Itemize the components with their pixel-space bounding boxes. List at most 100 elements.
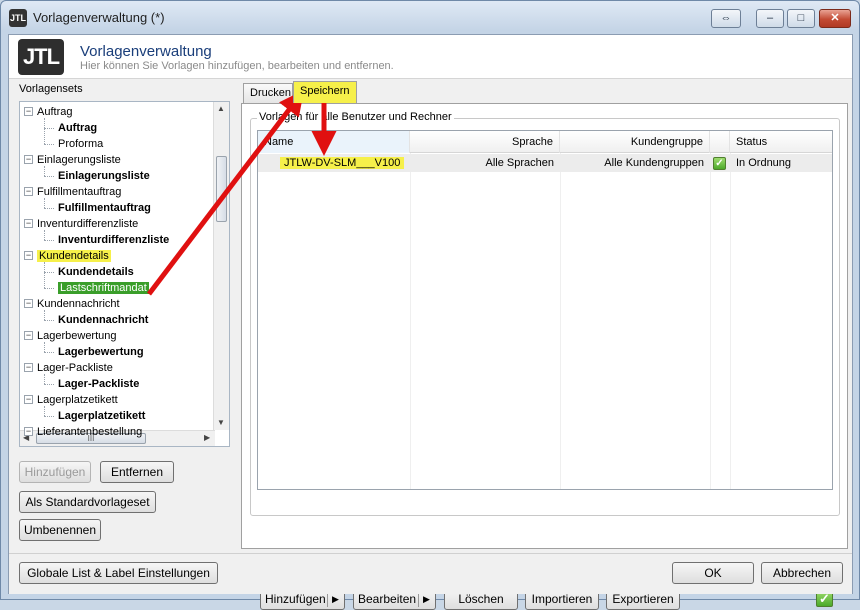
tree-node-template[interactable]: Proforma — [58, 136, 103, 152]
column-header-name[interactable]: Name — [258, 131, 410, 153]
tree-connector — [44, 144, 54, 145]
tree-node-label: Lagerbewertung — [58, 346, 144, 358]
minus-box-icon[interactable]: − — [24, 251, 33, 260]
tree-node-label: Lager-Packliste — [58, 378, 140, 390]
minus-box-icon[interactable]: − — [24, 219, 33, 228]
tree-node-set[interactable]: Lagerplatzetikett — [37, 392, 118, 408]
minus-box-icon[interactable]: − — [24, 187, 33, 196]
page-title: Vorlagenverwaltung — [80, 43, 212, 60]
page-subtitle: Hier können Sie Vorlagen hinzufügen, bea… — [80, 60, 394, 72]
tree-node-label: Kundennachricht — [58, 314, 149, 326]
global-settings-button[interactable]: Globale List & Label Einstellungen — [19, 562, 218, 584]
tree-connector — [44, 416, 54, 417]
tree-connector — [44, 176, 54, 177]
dialog-footer: Globale List & Label Einstellungen OK Ab… — [9, 553, 852, 594]
tree-node-set[interactable]: Inventurdifferenzliste — [37, 216, 138, 232]
green-check-icon: ✓ — [713, 157, 726, 170]
ok-button[interactable]: OK — [672, 562, 754, 584]
tree-node-label: Lagerbewertung — [37, 330, 117, 342]
column-divider — [410, 153, 411, 489]
tree-node-label: Lastschriftmandat — [57, 281, 150, 295]
tree-node-label: Fulfillmentauftrag — [58, 202, 151, 214]
tree-node-label: Fulfillmentauftrag — [37, 186, 122, 198]
set-default-button[interactable]: Als Standardvorlageset — [19, 491, 156, 513]
window-title: Vorlagenverwaltung (*) — [33, 10, 165, 25]
tree-node-set[interactable]: Auftrag — [37, 104, 72, 120]
tree-node-template[interactable]: Einlagerungsliste — [58, 168, 150, 184]
tree-node-template[interactable]: Inventurdifferenzliste — [58, 232, 169, 248]
tree-connector — [44, 128, 54, 129]
close-button[interactable]: ✕ — [819, 9, 851, 28]
jtl-logo: JTL — [18, 39, 64, 75]
tree-connector — [44, 406, 45, 416]
tree-node-template[interactable]: Lastschriftmandat — [57, 280, 150, 296]
tree-node-template[interactable]: Lager-Packliste — [58, 376, 139, 392]
minus-box-icon[interactable]: − — [24, 363, 33, 372]
column-header-status[interactable]: Status — [730, 131, 832, 153]
tree-node-label: Kundendetails — [58, 266, 134, 278]
grid-header: Name Sprache Kundengruppe Status — [258, 131, 832, 153]
tab-drucken[interactable]: Drucken — [243, 83, 293, 103]
tab-panel-speichern: Vorlagen für alle Benutzer und Rechner N… — [241, 103, 848, 610]
add-template-label: Hinzufügen — [265, 592, 326, 606]
column-header-customer-group[interactable]: Kundengruppe — [560, 131, 710, 153]
tree-connector — [44, 240, 54, 241]
minus-box-icon[interactable]: − — [24, 395, 33, 404]
minus-box-icon[interactable]: − — [24, 331, 33, 340]
restore-icon[interactable]: ⇔ — [711, 9, 741, 28]
jtl-app-icon: JTL — [9, 9, 27, 27]
templates-grid[interactable]: Name Sprache Kundengruppe Status JTLW-DV… — [257, 130, 833, 490]
scroll-right-icon[interactable]: ▶ — [204, 433, 210, 442]
minus-box-icon[interactable]: − — [24, 107, 33, 116]
tree-node-template[interactable]: Fulfillmentauftrag — [58, 200, 151, 216]
tree-node-set[interactable]: Lager-Packliste — [37, 360, 113, 376]
edit-template-label: Bearbeiten — [358, 592, 417, 606]
tree-node-label: Auftrag — [58, 122, 98, 134]
tree-node-template[interactable]: Lagerbewertung — [58, 344, 144, 360]
add-set-button[interactable]: Hinzufügen — [19, 461, 91, 483]
templates-pane: Drucken Speichern Vorlagen für alle Benu… — [241, 79, 852, 610]
cell-customer-group: Alle Kundengruppen — [604, 157, 704, 169]
template-name: JTLW-DV-SLM___V100 — [280, 157, 405, 169]
tree-node-template[interactable]: Kundendetails — [58, 264, 134, 280]
tree-node-set[interactable]: Lagerbewertung — [37, 328, 117, 344]
minus-box-icon[interactable]: − — [24, 299, 33, 308]
rename-button[interactable]: Umbenennen — [19, 519, 101, 541]
scroll-down-icon[interactable]: ▼ — [217, 418, 225, 427]
tree-node-set[interactable]: Einlagerungsliste — [37, 152, 121, 168]
column-header-language[interactable]: Sprache — [410, 131, 560, 153]
tree-node-template[interactable]: Kundennachricht — [58, 312, 148, 328]
tree-node-label: Kundennachricht — [37, 298, 120, 310]
scroll-thumb[interactable] — [216, 156, 227, 222]
column-header-status-icon[interactable] — [710, 131, 730, 153]
tree-connector — [44, 310, 45, 320]
tree-node-label: Einlagerungsliste — [37, 154, 121, 166]
template-sets-label: Vorlagensets — [19, 83, 83, 95]
tree-connector — [44, 262, 45, 288]
tree-node-set[interactable]: Kundendetails — [37, 248, 111, 264]
tree-node-template[interactable]: Auftrag — [58, 120, 97, 136]
tree-connector — [44, 118, 45, 144]
tree-node-label: Inventurdifferenzliste — [58, 234, 170, 246]
tree-vertical-scrollbar[interactable]: ▲ ▼ — [213, 102, 229, 430]
tab-speichern[interactable]: Speichern — [293, 81, 357, 103]
column-divider — [710, 153, 711, 489]
tree-node-set[interactable]: Fulfillmentauftrag — [37, 184, 121, 200]
cancel-button[interactable]: Abbrechen — [761, 562, 843, 584]
tree-node-template[interactable]: Lagerplatzetikett — [58, 408, 145, 424]
title-bar[interactable]: JTL Vorlagenverwaltung (*) ⇔ – □ ✕ — [1, 1, 859, 35]
template-sets-tree[interactable]: ▲ ▼ ◀ III ▶ − Auftrag Auftrag Proforma − Einl… — [19, 101, 230, 447]
table-row[interactable]: JTLW-DV-SLM___V100 Alle Sprachen Alle Ku… — [258, 154, 832, 172]
maximize-button[interactable]: □ — [787, 9, 815, 28]
tree-node-label: Auftrag — [37, 106, 73, 118]
tree-node-set[interactable]: Kundennachricht — [37, 296, 120, 312]
remove-set-button[interactable]: Entfernen — [100, 461, 174, 483]
scroll-up-icon[interactable]: ▲ — [217, 104, 225, 113]
minus-box-icon[interactable]: − — [24, 155, 33, 164]
tree-connector — [44, 230, 45, 240]
client-area: JTL Vorlagenverwaltung Hier können Sie V… — [8, 34, 853, 610]
minus-box-icon[interactable]: − — [24, 427, 33, 436]
minimize-button[interactable]: – — [756, 9, 784, 28]
tree-node-set[interactable]: Lieferantenbestellung — [37, 424, 142, 440]
tree-connector — [44, 342, 45, 352]
